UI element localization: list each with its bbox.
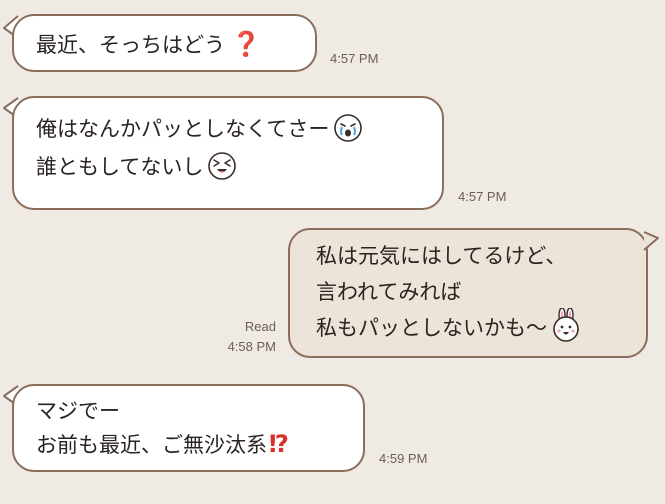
message-text: 俺はなんかパッとしなくてさー	[36, 117, 330, 141]
message-text: マジでー	[36, 399, 120, 423]
bunny-face-emoji-icon	[553, 308, 579, 342]
message-text: 私もパッとしないかも〜	[316, 316, 547, 340]
question-mark-icon: ❓	[231, 30, 261, 58]
read-receipt: Read	[244, 319, 276, 334]
message-bubble[interactable]: 俺はなんかパッとしなくてさー 誰ともしてないし	[12, 96, 444, 210]
message-timestamp: 4:58 PM	[227, 339, 276, 354]
message-text: 最近、そっちはどう	[36, 33, 225, 57]
message-text: 私は元気にはしてるけど、	[316, 244, 567, 268]
message-text: お前も最近、ご無沙汰系	[36, 433, 267, 457]
bubble-tail	[643, 231, 659, 251]
crying-face-emoji-icon	[334, 114, 363, 142]
message-timestamp: 4:59 PM	[379, 451, 428, 466]
message-bubble[interactable]: 最近、そっちはどう ❓	[12, 14, 317, 72]
exclamation-question-icon: ⁉	[269, 430, 289, 458]
message-text: 言われてみれば	[316, 280, 462, 304]
message-bubble[interactable]: マジでー お前も最近、ご無沙汰系⁉	[12, 384, 365, 472]
message-timestamp: 4:57 PM	[330, 51, 379, 66]
message-timestamp: 4:57 PM	[458, 189, 507, 204]
message-text: 誰ともしてないし	[36, 155, 204, 179]
message-bubble[interactable]: 私は元気にはしてるけど、 言われてみれば 私もパッとしないかも〜	[288, 228, 648, 358]
laughing-face-emoji-icon	[208, 152, 237, 180]
